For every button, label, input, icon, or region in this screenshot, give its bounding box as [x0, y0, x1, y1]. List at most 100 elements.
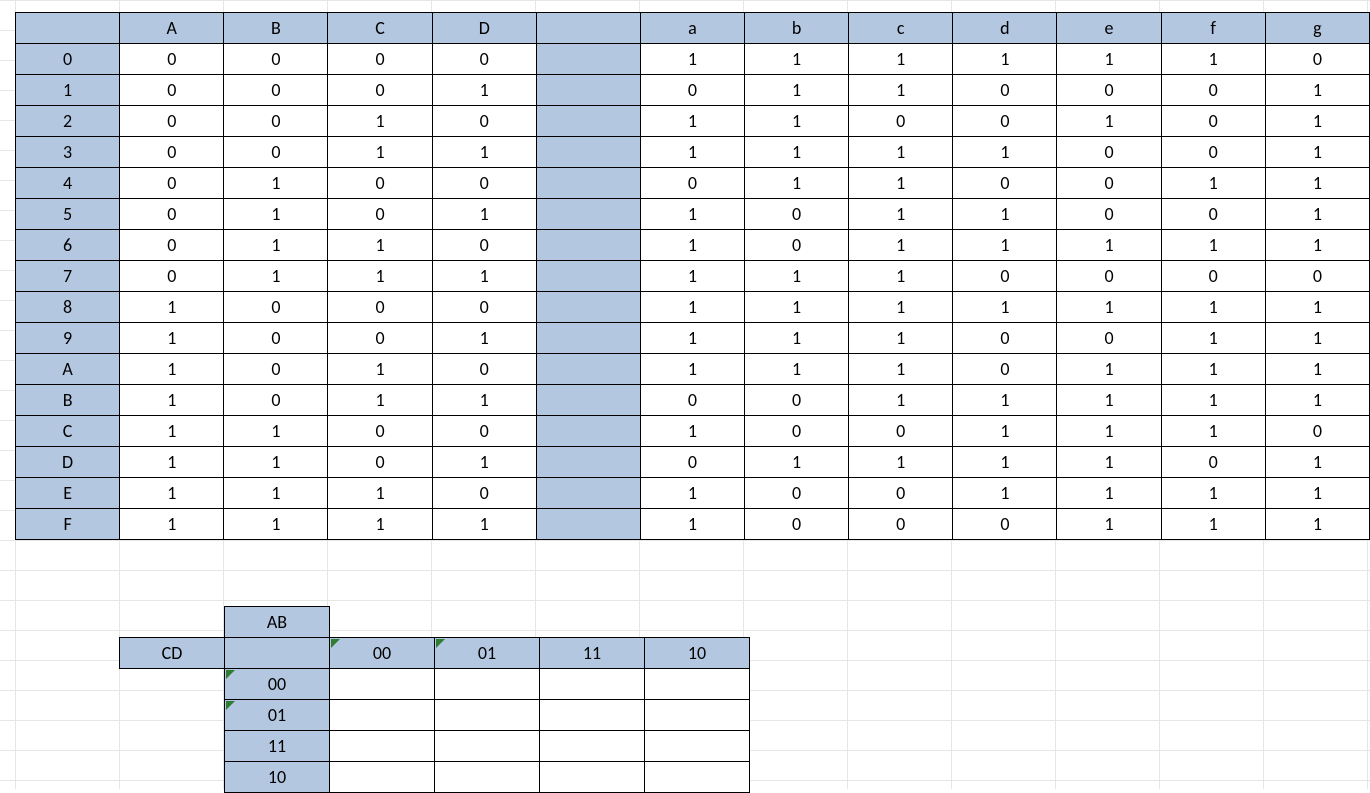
- kmap-row-header-10[interactable]: 10: [225, 762, 330, 793]
- cell[interactable]: 1: [640, 354, 744, 385]
- header-D[interactable]: D: [432, 13, 536, 44]
- kmap-row-header-00[interactable]: 00: [225, 669, 330, 700]
- spacer-cell[interactable]: [536, 354, 640, 385]
- cell[interactable]: 1: [1057, 292, 1161, 323]
- cell[interactable]: 1: [640, 416, 744, 447]
- cell[interactable]: 0: [1057, 137, 1161, 168]
- kmap-empty[interactable]: [120, 607, 225, 638]
- cell[interactable]: 0: [432, 44, 536, 75]
- row-label[interactable]: 8: [16, 292, 120, 323]
- spreadsheet-area[interactable]: A B C D a b c d e f g 0 0 0 0 0 1 1 1 1: [0, 0, 1370, 789]
- cell[interactable]: 1: [432, 199, 536, 230]
- kmap-row-header-11[interactable]: 11: [225, 731, 330, 762]
- cell[interactable]: 0: [1161, 199, 1265, 230]
- cell[interactable]: 1: [1161, 168, 1265, 199]
- kmap-cell[interactable]: [435, 731, 540, 762]
- cell[interactable]: 0: [224, 75, 328, 106]
- header-a[interactable]: a: [640, 13, 744, 44]
- cell[interactable]: 1: [953, 44, 1057, 75]
- kmap-empty[interactable]: [645, 607, 750, 638]
- row-label[interactable]: 1: [16, 75, 120, 106]
- cell[interactable]: 1: [224, 261, 328, 292]
- cell[interactable]: 1: [849, 447, 953, 478]
- spacer-cell[interactable]: [536, 385, 640, 416]
- cell[interactable]: 1: [953, 199, 1057, 230]
- cell[interactable]: 0: [328, 199, 432, 230]
- cell[interactable]: 0: [328, 292, 432, 323]
- cell[interactable]: 1: [745, 137, 849, 168]
- row-label[interactable]: C: [16, 416, 120, 447]
- header-b[interactable]: b: [745, 13, 849, 44]
- cell[interactable]: 1: [224, 447, 328, 478]
- cell[interactable]: 1: [1265, 385, 1369, 416]
- cell[interactable]: 0: [224, 106, 328, 137]
- row-label[interactable]: 4: [16, 168, 120, 199]
- header-g[interactable]: g: [1265, 13, 1369, 44]
- spacer-cell[interactable]: [536, 230, 640, 261]
- cell[interactable]: 0: [1057, 261, 1161, 292]
- cell[interactable]: 1: [640, 261, 744, 292]
- kmap-cell[interactable]: [435, 669, 540, 700]
- cell[interactable]: 1: [1265, 137, 1369, 168]
- cell[interactable]: 1: [432, 447, 536, 478]
- cell[interactable]: 1: [328, 478, 432, 509]
- kmap-empty[interactable]: [120, 700, 225, 731]
- cell[interactable]: 1: [224, 478, 328, 509]
- cell[interactable]: 0: [432, 230, 536, 261]
- kmap-col-header-10[interactable]: 10: [645, 638, 750, 669]
- cell[interactable]: 1: [120, 385, 224, 416]
- cell[interactable]: 1: [953, 230, 1057, 261]
- cell[interactable]: 1: [745, 44, 849, 75]
- cell[interactable]: 0: [328, 323, 432, 354]
- error-triangle-icon[interactable]: [226, 670, 235, 679]
- cell[interactable]: 0: [120, 168, 224, 199]
- cell[interactable]: 1: [328, 261, 432, 292]
- cell[interactable]: 1: [1265, 478, 1369, 509]
- cell[interactable]: 0: [1057, 199, 1161, 230]
- cell[interactable]: 1: [432, 509, 536, 540]
- kmap-cell[interactable]: [435, 700, 540, 731]
- cell[interactable]: 1: [1057, 354, 1161, 385]
- cell[interactable]: 0: [1057, 323, 1161, 354]
- cell[interactable]: 1: [1057, 385, 1161, 416]
- spacer-cell[interactable]: [536, 323, 640, 354]
- cell[interactable]: 1: [1161, 354, 1265, 385]
- cell[interactable]: 1: [953, 137, 1057, 168]
- cell[interactable]: 1: [1265, 509, 1369, 540]
- kmap-cell[interactable]: [540, 669, 645, 700]
- cell[interactable]: 1: [640, 478, 744, 509]
- error-triangle-icon[interactable]: [331, 639, 340, 648]
- error-triangle-icon[interactable]: [226, 701, 235, 710]
- cell[interactable]: 1: [1265, 292, 1369, 323]
- cell[interactable]: 1: [1265, 447, 1369, 478]
- cell[interactable]: 0: [224, 323, 328, 354]
- cell[interactable]: 1: [640, 292, 744, 323]
- header-B[interactable]: B: [224, 13, 328, 44]
- cell[interactable]: 1: [224, 230, 328, 261]
- kmap-cell[interactable]: [330, 669, 435, 700]
- cell[interactable]: 1: [1161, 44, 1265, 75]
- cell[interactable]: 0: [953, 106, 1057, 137]
- kmap-cell[interactable]: [540, 700, 645, 731]
- row-label[interactable]: E: [16, 478, 120, 509]
- cell[interactable]: 0: [640, 447, 744, 478]
- cell[interactable]: 0: [328, 75, 432, 106]
- kmap-cell[interactable]: [435, 762, 540, 793]
- kmap-cell[interactable]: [330, 731, 435, 762]
- cell[interactable]: 1: [328, 509, 432, 540]
- kmap-empty[interactable]: [120, 731, 225, 762]
- cell[interactable]: 0: [1161, 75, 1265, 106]
- cell[interactable]: 1: [849, 168, 953, 199]
- cell[interactable]: 0: [640, 385, 744, 416]
- cell[interactable]: 0: [328, 416, 432, 447]
- cell[interactable]: 0: [1265, 261, 1369, 292]
- cell[interactable]: 0: [849, 478, 953, 509]
- row-label[interactable]: F: [16, 509, 120, 540]
- spacer-cell[interactable]: [536, 137, 640, 168]
- cell[interactable]: 1: [1057, 44, 1161, 75]
- cell[interactable]: 1: [640, 230, 744, 261]
- cell[interactable]: 0: [1161, 106, 1265, 137]
- cell[interactable]: 1: [120, 292, 224, 323]
- kmap-cell[interactable]: [540, 762, 645, 793]
- cell[interactable]: 1: [1161, 509, 1265, 540]
